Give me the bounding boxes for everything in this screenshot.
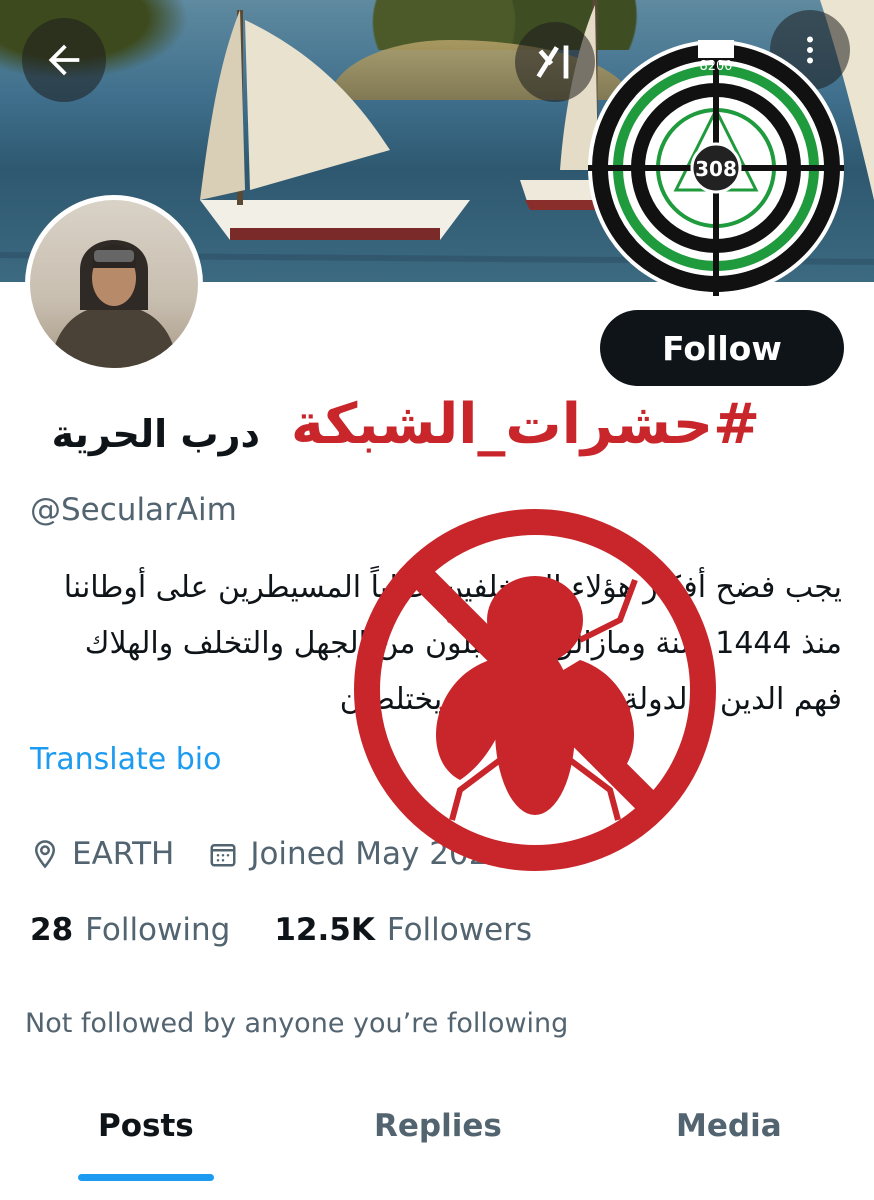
profile-tabs: Posts Replies Media (0, 1090, 874, 1200)
followers-link[interactable]: 12.5K Followers (274, 912, 532, 948)
unit-8200-target-logo: 308 8200 (588, 40, 844, 296)
followers-count: 12.5K (274, 912, 375, 948)
overlay-hashtag: #حشرات_الشبكة (290, 392, 760, 457)
arrow-left-icon (48, 44, 80, 76)
tab-posts[interactable]: Posts (98, 1108, 194, 1144)
translate-bio-link[interactable]: Translate bio (30, 742, 221, 777)
following-link[interactable]: 28 Following (30, 912, 230, 948)
location-item: EARTH (30, 836, 174, 872)
location-pin-icon (34, 840, 56, 869)
grok-icon (536, 45, 569, 79)
tab-replies[interactable]: Replies (374, 1108, 502, 1144)
no-bug-sign-icon (354, 509, 716, 871)
not-followed-notice: Not followed by anyone you’re following (25, 1008, 569, 1039)
crosshair-logo-icon: 308 8200 (588, 40, 844, 296)
display-name: درب الحرية (51, 412, 260, 456)
calendar-icon (210, 844, 236, 867)
profile-avatar[interactable] (25, 195, 203, 373)
tab-media[interactable]: Media (676, 1108, 782, 1144)
back-button[interactable] (22, 18, 106, 102)
user-handle: @SecularAim (30, 492, 237, 528)
active-tab-indicator (78, 1174, 214, 1181)
avatar-photo (30, 200, 198, 368)
following-count: 28 (30, 912, 74, 948)
following-label: Following (85, 912, 231, 948)
follow-stats: 28 Following 12.5K Followers (30, 912, 532, 948)
logo-top-text: 8200 (699, 59, 732, 74)
grok-button[interactable] (515, 22, 595, 102)
followers-label: Followers (386, 912, 533, 948)
location-text: EARTH (72, 836, 175, 872)
follow-button[interactable]: Follow (600, 310, 844, 386)
logo-center-text: 308 (695, 157, 737, 181)
